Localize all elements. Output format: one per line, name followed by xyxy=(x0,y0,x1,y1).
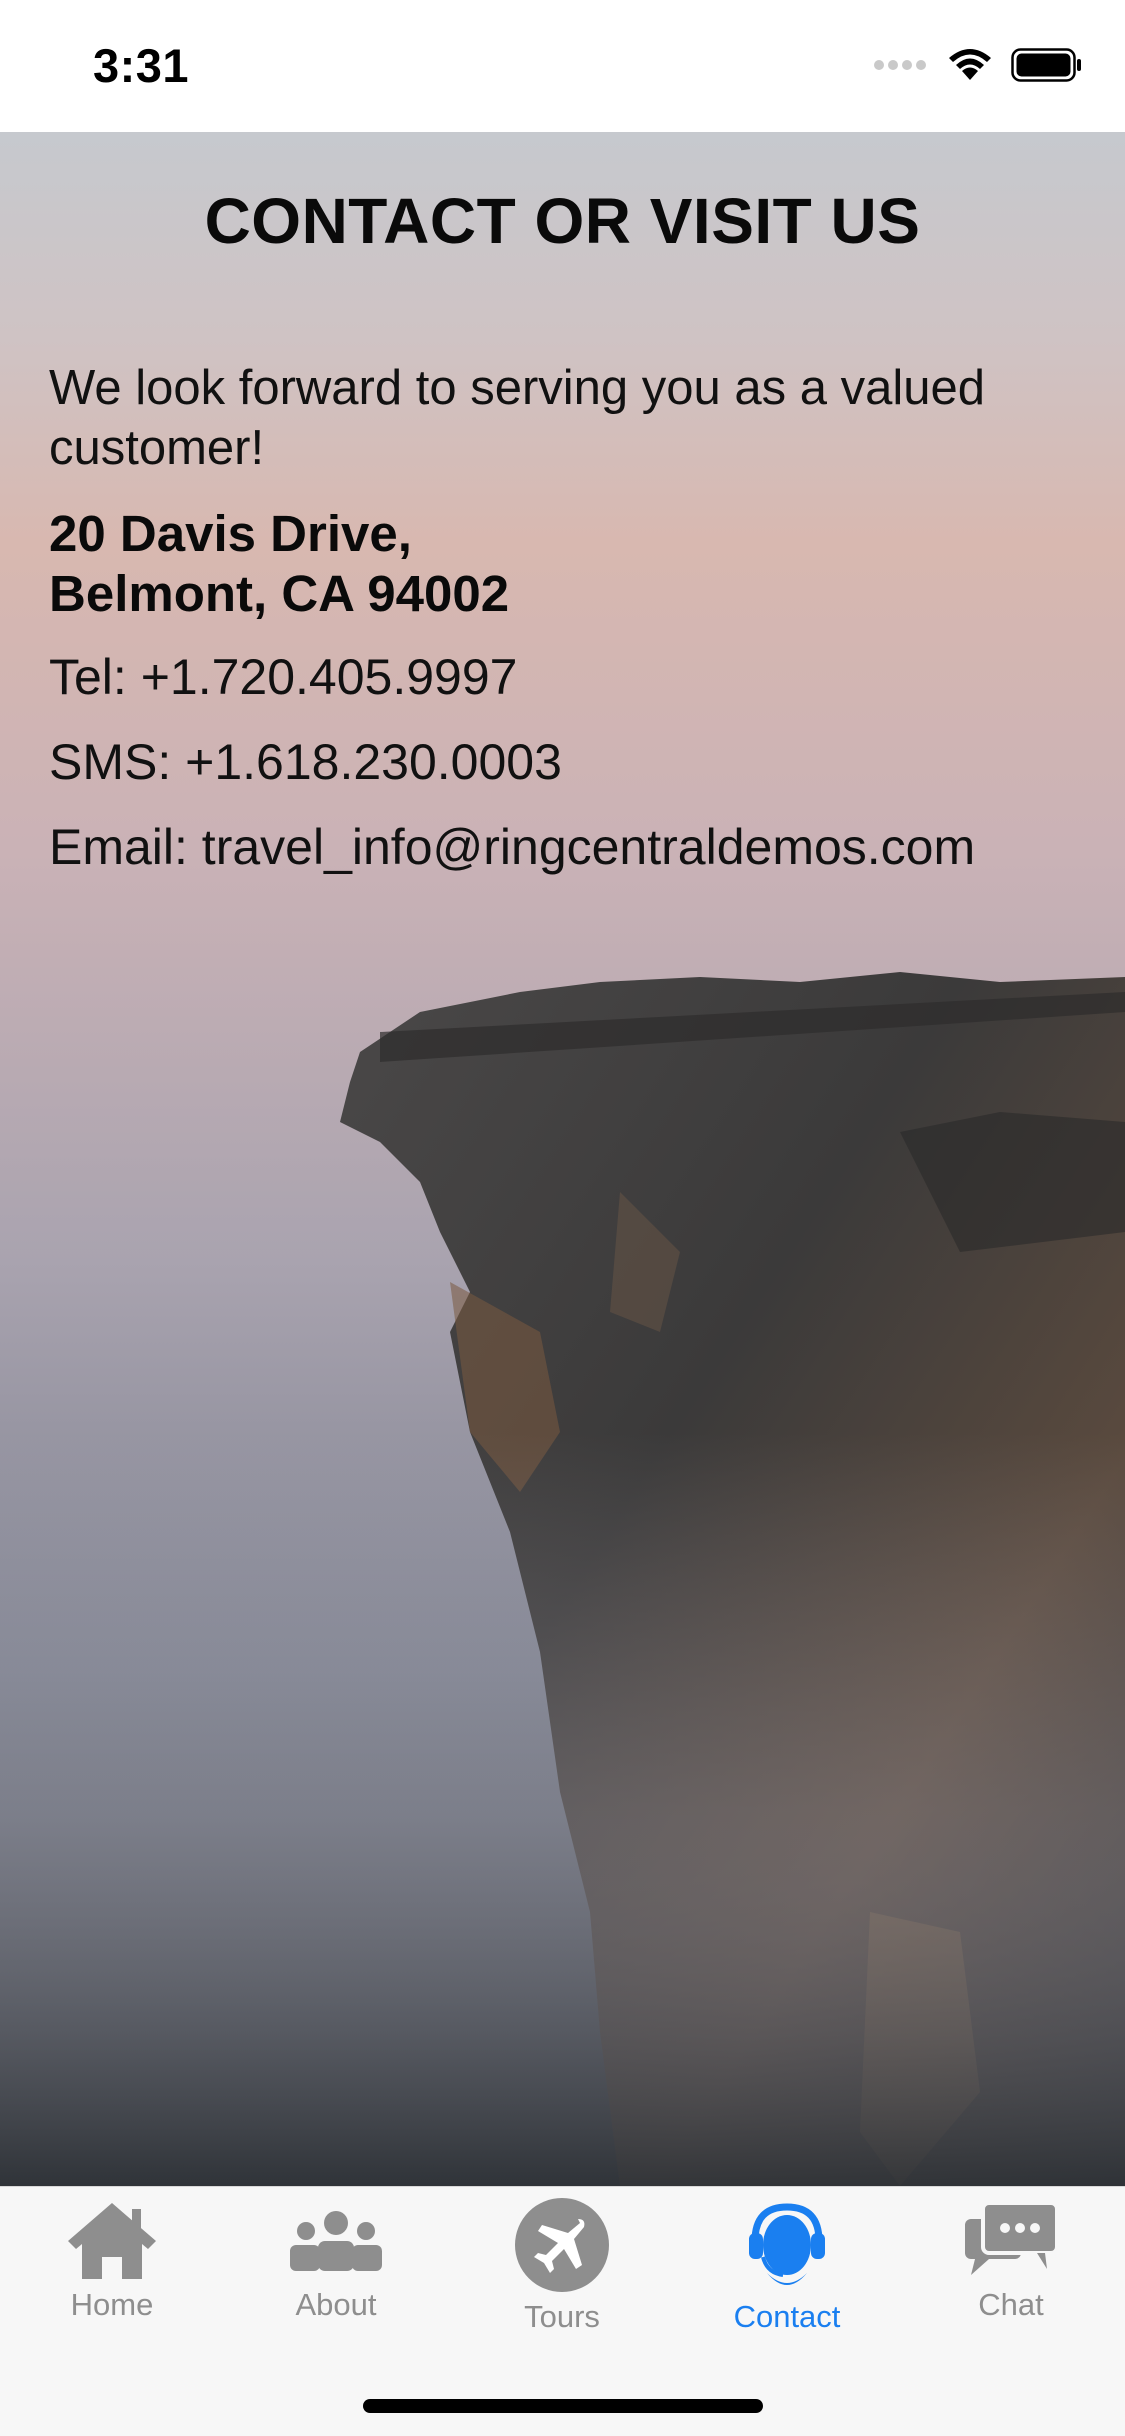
tab-tours[interactable]: Tours xyxy=(477,2197,647,2347)
battery-icon xyxy=(1011,48,1081,82)
status-time: 3:31 xyxy=(93,39,190,92)
tab-contact[interactable]: Contact xyxy=(702,2197,872,2347)
tab-home[interactable]: Home xyxy=(27,2197,197,2347)
status-bar: 3:31 xyxy=(0,0,1125,132)
chat-bubbles-icon xyxy=(965,2201,1059,2275)
home-indicator[interactable] xyxy=(363,2399,763,2413)
tab-about-label: About xyxy=(295,2287,377,2322)
tel-link[interactable]: Tel: +1.720.405.9997 xyxy=(49,648,517,706)
address-line-2: Belmont, CA 94002 xyxy=(49,565,510,622)
tab-chat[interactable]: Chat xyxy=(926,2197,1096,2347)
tab-chat-label: Chat xyxy=(978,2287,1044,2322)
plane-icon xyxy=(515,2198,609,2292)
tab-about[interactable]: About xyxy=(251,2197,421,2347)
page-title: CONTACT OR VISIT US xyxy=(204,185,921,257)
home-icon xyxy=(68,2203,156,2279)
wifi-icon xyxy=(949,49,991,80)
tab-home-label: Home xyxy=(70,2287,154,2322)
people-icon xyxy=(290,2211,382,2271)
address-line-1: 20 Davis Drive, xyxy=(49,505,412,562)
signal-dots-icon xyxy=(874,60,926,70)
address: 20 Davis Drive, Belmont, CA 94002 xyxy=(49,504,509,624)
intro-text: We look forward to serving you as a valu… xyxy=(49,361,986,475)
tab-tours-label: Tours xyxy=(524,2299,600,2334)
sms-link[interactable]: SMS: +1.618.230.0003 xyxy=(49,733,562,791)
status-icons xyxy=(873,48,1083,82)
headset-icon xyxy=(749,2203,825,2285)
email-link[interactable]: Email: travel_info@ringcentraldemos.com xyxy=(49,818,975,876)
tab-contact-label: Contact xyxy=(733,2299,841,2334)
